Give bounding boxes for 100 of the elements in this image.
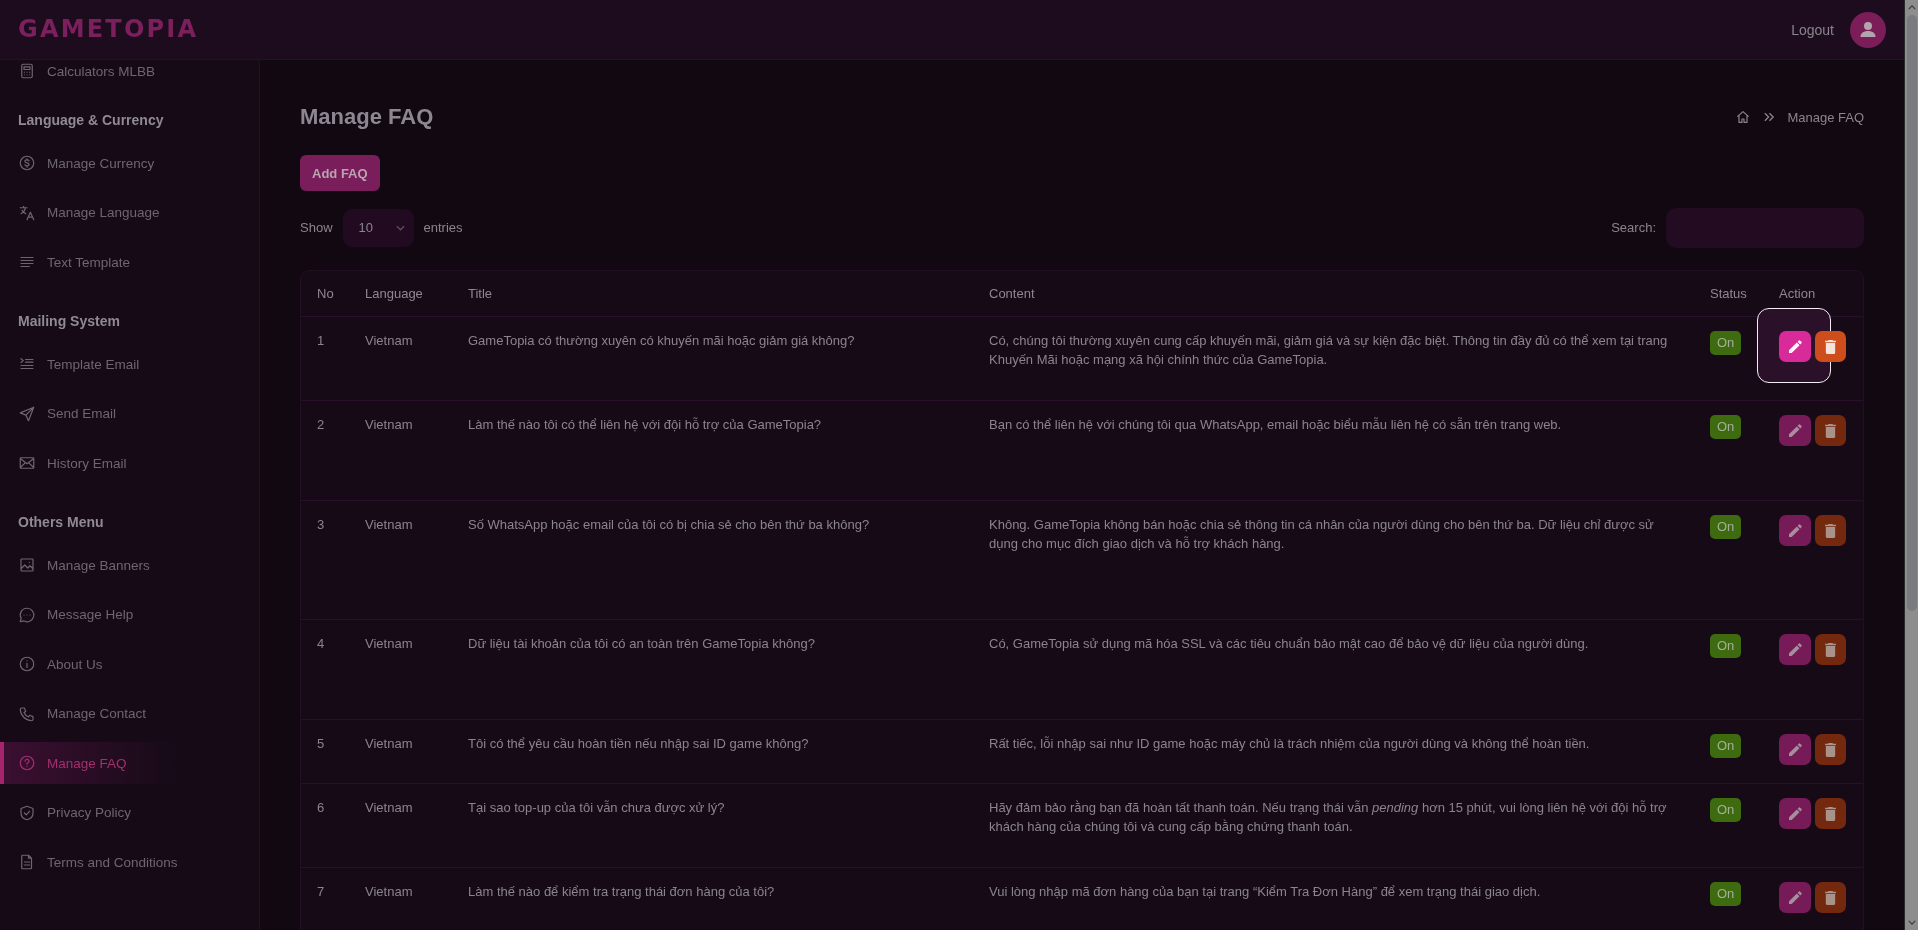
trash-icon [1825, 423, 1836, 438]
edit-button[interactable] [1779, 331, 1811, 362]
trash-icon [1825, 806, 1836, 821]
sidebar-item[interactable]: Terms and Conditions [0, 841, 259, 883]
paper-plane-icon [18, 404, 36, 423]
column-header: Status [1710, 286, 1748, 301]
column-header: No [317, 286, 335, 301]
sidebar-item[interactable]: Message Help [0, 593, 259, 636]
trash-icon [1825, 642, 1836, 657]
delete-button[interactable] [1815, 634, 1846, 665]
pencil-icon [1788, 424, 1802, 437]
table-cell-text: Bạn có thể liên hệ với chúng tôi qua WhatsApp, email hoặc biểu mẫu liên hệ có sẵn trên trang web. [989, 416, 1563, 434]
pencil-icon [1788, 340, 1802, 353]
avatar-icon[interactable] [1850, 11, 1886, 48]
scrollbar-thumb[interactable] [1906, 15, 1917, 611]
delete-button[interactable] [1815, 882, 1846, 913]
sidebar-item[interactable]: History Email [0, 442, 259, 484]
table-cell-text: Vietnam [365, 332, 414, 350]
question-icon [18, 754, 36, 772]
show-label: Show [300, 220, 333, 235]
chat-bubble-icon [18, 605, 36, 624]
column-header: Language [365, 286, 424, 301]
logo[interactable]: GAMETOPIA [18, 13, 199, 44]
table-cell-text: 5 [317, 735, 326, 753]
status-badge: On [1710, 515, 1742, 539]
sidebar-section-heading: Language & Currency [17, 111, 165, 130]
table-cell-text: Dữ liệu tài khoản của tôi có an toàn trên GameTopia không? [468, 635, 816, 653]
translate-icon [18, 203, 36, 222]
delete-button[interactable] [1815, 798, 1846, 829]
entries-label: entries [423, 220, 463, 235]
pencil-icon [1788, 743, 1802, 756]
column-header: Content [989, 286, 1036, 301]
status-badge: On [1710, 415, 1742, 439]
edit-button[interactable] [1779, 515, 1811, 546]
caret-icon [395, 224, 405, 231]
scrollbar[interactable] [1904, 0, 1918, 930]
envelope-icon [18, 454, 36, 472]
phone-icon [18, 704, 36, 723]
shield-check-icon [18, 803, 36, 822]
sidebar-item[interactable]: Template Email [0, 343, 259, 385]
pencil-icon [1788, 524, 1802, 537]
table-cell-text: Vietnam [365, 516, 414, 534]
status-badge: On [1710, 798, 1742, 822]
pencil-icon [1788, 807, 1802, 820]
column-header: Action [1779, 286, 1817, 301]
calculator-icon [18, 62, 36, 80]
trash-icon [1825, 339, 1836, 354]
table-cell-text: 2 [317, 416, 326, 434]
table-cell-text: 6 [317, 799, 326, 817]
table-cell-text: 3 [317, 516, 326, 534]
pencil-icon [1788, 643, 1802, 656]
edit-button[interactable] [1779, 634, 1811, 665]
table-cell-text: Rất tiếc, lỗi nhập sai như ID game hoặc máy chủ là trách nhiệm của người dùng và không thể hoàn tiền. [989, 735, 1591, 753]
scroll-down-icon[interactable] [1907, 920, 1916, 925]
table-cell-text: 7 [317, 883, 326, 901]
delete-button[interactable] [1815, 515, 1846, 546]
sidebar-item[interactable]: Manage Currency [0, 142, 259, 184]
trash-icon [1825, 523, 1836, 538]
table-cell-text: Tôi có thể yêu cầu hoàn tiền nếu nhập sai ID game không? [468, 735, 810, 753]
search-label: Search: [1611, 220, 1656, 235]
add-faq-button[interactable]: Add FAQ [300, 155, 380, 191]
image-icon [18, 556, 36, 574]
table-cell-text: Không. GameTopia không bán hoặc chia sẻ thông tin cá nhân của người dùng cho bên thứ ba. Dữ liệu chỉ được sử dụng cho mục đích giao dịch và hỗ trợ khách hàng. [989, 516, 1655, 553]
trash-icon [1825, 742, 1836, 757]
trash-icon [1825, 890, 1836, 905]
sidebar-item[interactable]: About Us [0, 643, 259, 685]
edit-button[interactable] [1779, 415, 1811, 446]
entries-select[interactable]: 10 [342, 208, 414, 247]
delete-button[interactable] [1815, 734, 1846, 765]
delete-button[interactable] [1815, 415, 1846, 446]
column-header: Title [468, 286, 494, 301]
sidebar-item[interactable]: Send Email [0, 392, 259, 435]
pencil-icon [1788, 891, 1802, 904]
table-cell-text: Làm thế nào để kiểm tra trạng thái đơn hàng của tôi? [468, 883, 776, 901]
home-icon[interactable] [1735, 109, 1752, 125]
table-cell-text: Hãy đảm bảo rằng bạn đã hoàn tất thanh toán. Nếu trạng thái vẫn pending hơn 15 phút, vui lòng liên hệ với đội hỗ trợ khách hàng của chúng tôi và cung cấp bằng chứng thanh toán. [989, 799, 1668, 836]
status-badge: On [1710, 634, 1742, 658]
page-title: Manage FAQ [300, 103, 434, 131]
sidebar-item[interactable]: Manage Banners [0, 544, 259, 586]
breadcrumb-current: Manage FAQ [1787, 109, 1864, 125]
logout-link[interactable]: Logout [1791, 21, 1834, 38]
table-cell-text: Vietnam [365, 416, 414, 434]
edit-button[interactable] [1779, 798, 1811, 829]
sidebar-item[interactable]: Calculators MLBB [0, 60, 259, 82]
table-cell-text: Vietnam [365, 799, 414, 817]
sidebar-item[interactable]: Manage Language [0, 191, 259, 234]
sidebar-item[interactable]: Text Template [0, 241, 259, 283]
status-badge: On [1710, 331, 1742, 355]
edit-button[interactable] [1779, 882, 1811, 913]
sidebar-item[interactable]: Privacy Policy [0, 791, 259, 834]
table-cell-text: Vietnam [365, 883, 414, 901]
sidebar-item[interactable]: Manage Contact [0, 692, 259, 735]
table-cell-text: GameTopia có thường xuyên có khuyến mãi hoặc giảm giá không? [468, 332, 856, 350]
info-icon [18, 655, 36, 673]
status-badge: On [1710, 734, 1742, 758]
table-cell-text: Làm thế nào tôi có thể liên hệ với đội hỗ trợ của GameTopia? [468, 416, 823, 434]
scroll-up-icon[interactable] [1907, 5, 1916, 10]
edit-button[interactable] [1779, 734, 1811, 765]
table-cell-text: 1 [317, 332, 326, 350]
delete-button[interactable] [1815, 331, 1846, 362]
